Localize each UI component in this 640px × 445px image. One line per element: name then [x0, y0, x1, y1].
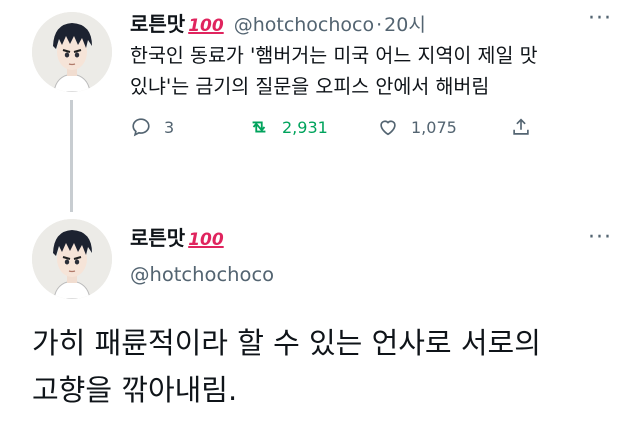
tweet-1[interactable]: 로튼맛 100 @hotchochoco · 20시 ··· 한국인 동료가 '… — [0, 0, 640, 212]
anime-character-avatar-icon — [32, 219, 112, 299]
tweet-header: 로튼맛 100 @hotchochoco · 20시 — [130, 8, 426, 37]
reply-button[interactable]: 3 — [130, 116, 174, 138]
more-options-button[interactable]: ··· — [588, 8, 612, 30]
timestamp[interactable]: 20시 — [384, 10, 426, 37]
avatar[interactable] — [32, 12, 112, 92]
more-options-button[interactable]: ··· — [588, 227, 612, 249]
tweet-text-line: 가히 패륜적이라 할 수 있는 언사로 서로의 — [32, 326, 541, 360]
hundred-points-emoji-icon: 100 — [188, 16, 224, 36]
tweet-text-line: 한국인 동료가 '햄버거는 미국 어느 지역이 제일 맛 — [130, 44, 538, 67]
author-name[interactable]: 로튼맛 — [130, 8, 185, 37]
like-button[interactable]: 1,075 — [377, 116, 457, 138]
anime-character-avatar-icon — [32, 12, 112, 92]
tweet-header: 로튼맛 100 @hotchochoco — [130, 222, 274, 286]
heart-icon — [380, 120, 396, 136]
author-name[interactable]: 로튼맛 — [130, 222, 185, 251]
thread-connector-line — [70, 100, 73, 212]
avatar[interactable] — [32, 219, 112, 299]
share-button[interactable] — [510, 116, 544, 138]
like-count: 1,075 — [411, 117, 457, 137]
tweet-text: 한국인 동료가 '햄버거는 미국 어느 지역이 제일 맛 있냐'는 금기의 질문… — [130, 40, 610, 102]
reply-count: 3 — [164, 117, 175, 137]
action-bar: 3 2,931 1,075 — [130, 116, 530, 140]
hundred-points-emoji-icon: 100 — [188, 230, 224, 250]
retweet-icon — [252, 121, 266, 133]
author-handle[interactable]: @hotchochoco — [130, 263, 274, 286]
reply-icon — [132, 118, 150, 137]
tweet-2[interactable]: 로튼맛 100 @hotchochoco ··· 가히 패륜적이라 할 수 있는… — [0, 200, 640, 445]
tweet-text-line: 있냐'는 금기의 질문을 오피스 안에서 해버림 — [130, 75, 490, 98]
tweet-text: 가히 패륜적이라 할 수 있는 언사로 서로의 고향을 깎아내림. — [32, 320, 632, 414]
tweet-text-line: 고향을 깎아내림. — [32, 373, 238, 407]
retweet-button[interactable]: 2,931 — [248, 116, 328, 138]
author-handle[interactable]: @hotchochoco — [234, 14, 374, 36]
retweet-count: 2,931 — [282, 117, 328, 137]
separator-dot: · — [376, 14, 383, 36]
share-icon — [513, 118, 529, 135]
